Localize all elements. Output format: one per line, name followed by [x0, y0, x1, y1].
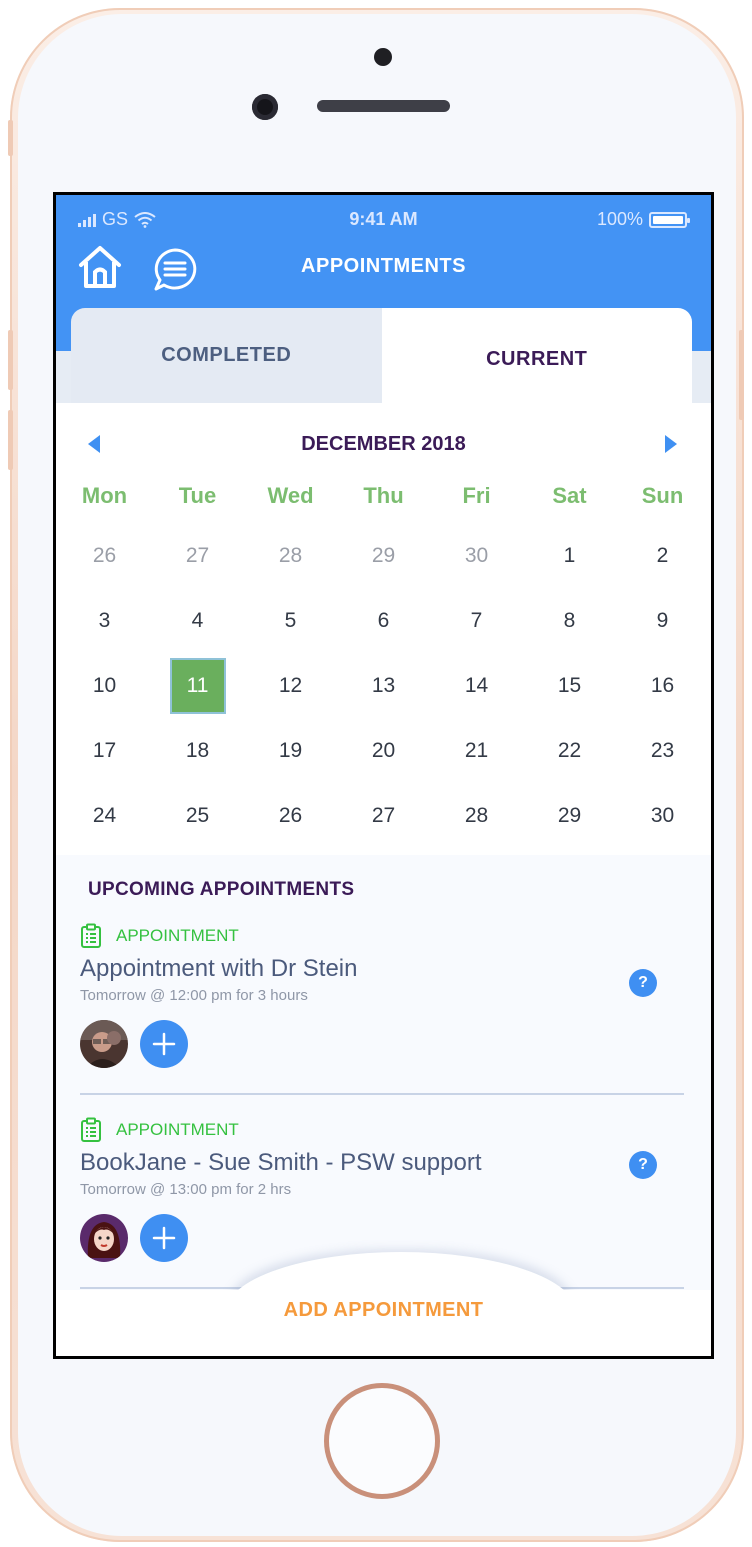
tab-current[interactable]: CURRENT: [381, 308, 692, 403]
calendar-month: DECEMBER 2018: [301, 433, 466, 455]
earpiece-speaker: [317, 100, 450, 112]
page-title: APPOINTMENTS: [301, 255, 466, 277]
weekday-row: Mon Tue Wed Thu Fri Sat Sun: [56, 483, 711, 509]
calendar-day[interactable]: 17: [58, 718, 151, 783]
status-bar: GS 9:41 AM 100%: [56, 209, 711, 235]
phone-side-button: [8, 330, 13, 390]
calendar-day[interactable]: 21: [430, 718, 523, 783]
weekday-label: Fri: [462, 483, 491, 508]
weekday-label: Mon: [81, 483, 128, 508]
tab-completed[interactable]: COMPLETED: [71, 308, 382, 403]
selected-day-label: 11: [169, 657, 226, 714]
phone-side-button: [8, 410, 13, 470]
appointment-card[interactable]: APPOINTMENT BookJane - Sue Smith - PSW s…: [80, 1117, 684, 1262]
calendar: DECEMBER 2018 Mon Tue Wed Thu Fri Sat Su…: [56, 403, 711, 855]
help-icon[interactable]: ?: [629, 1151, 657, 1179]
appointment-type-row: APPOINTMENT: [80, 923, 684, 949]
battery-icon: [649, 211, 690, 228]
calendar-day[interactable]: 13: [337, 653, 430, 718]
calendar-day[interactable]: 23: [616, 718, 709, 783]
appointment-name: BookJane - Sue Smith - PSW support: [80, 1149, 482, 1176]
appointment-time: Tomorrow @ 13:00 pm for 2 hrs: [80, 1181, 292, 1198]
calendar-day[interactable]: 8: [523, 588, 616, 653]
calendar-day[interactable]: 22: [523, 718, 616, 783]
upcoming-appointments: UPCOMING APPOINTMENTS APPOINTMENT Appoin…: [56, 855, 711, 1295]
plus-icon: [152, 1226, 176, 1250]
divider: [80, 1093, 684, 1095]
weekday-label: Sat: [552, 483, 587, 508]
calendar-day[interactable]: 5: [244, 588, 337, 653]
calendar-header: DECEMBER 2018: [56, 429, 711, 459]
avatar[interactable]: [80, 1020, 128, 1068]
weekday-label: Wed: [267, 483, 314, 508]
calendar-day[interactable]: 2: [616, 523, 709, 588]
clipboard-icon: [81, 923, 101, 948]
home-hardware-button[interactable]: [324, 1383, 440, 1499]
appointment-type: APPOINTMENT: [116, 926, 239, 945]
calendar-day[interactable]: 26: [244, 783, 337, 848]
calendar-day[interactable]: 20: [337, 718, 430, 783]
calendar-day[interactable]: 29: [523, 783, 616, 848]
tab-bar: COMPLETED CURRENT: [71, 308, 692, 403]
calendar-day[interactable]: 25: [151, 783, 244, 848]
calendar-day[interactable]: 28: [244, 523, 337, 588]
calendar-day-selected[interactable]: 11: [151, 653, 244, 718]
appointment-type: APPOINTMENT: [116, 1120, 239, 1139]
status-right: 100%: [596, 209, 690, 230]
calendar-day[interactable]: 16: [616, 653, 709, 718]
calendar-day[interactable]: 12: [244, 653, 337, 718]
calendar-day[interactable]: 29: [337, 523, 430, 588]
weekday-label: Tue: [178, 483, 217, 508]
help-icon[interactable]: ?: [629, 969, 657, 997]
appointment-card[interactable]: APPOINTMENT Appointment with Dr Stein To…: [80, 923, 684, 1068]
calendar-day[interactable]: 30: [430, 523, 523, 588]
add-participant-button[interactable]: [140, 1214, 188, 1262]
calendar-day[interactable]: 9: [616, 588, 709, 653]
phone-side-button: [8, 120, 13, 156]
calendar-day[interactable]: 15: [523, 653, 616, 718]
calendar-day[interactable]: 14: [430, 653, 523, 718]
plus-icon: [152, 1032, 176, 1056]
appointment-name: Appointment with Dr Stein: [80, 955, 358, 982]
avatar[interactable]: [80, 1214, 128, 1262]
calendar-day[interactable]: 24: [58, 783, 151, 848]
calendar-grid: 26 27 28 29 30 1 2 3 4 5 6 7 8 9 10 11 1…: [56, 523, 711, 848]
phone-side-button: [739, 330, 744, 420]
participants-row: [80, 1020, 684, 1068]
calendar-day[interactable]: 19: [244, 718, 337, 783]
calendar-day[interactable]: 26: [58, 523, 151, 588]
calendar-day[interactable]: 27: [337, 783, 430, 848]
calendar-day[interactable]: 27: [151, 523, 244, 588]
calendar-day[interactable]: 7: [430, 588, 523, 653]
weekday-label: Sun: [641, 483, 684, 508]
calendar-day[interactable]: 4: [151, 588, 244, 653]
calendar-day[interactable]: 28: [430, 783, 523, 848]
calendar-day[interactable]: 18: [151, 718, 244, 783]
calendar-day[interactable]: 30: [616, 783, 709, 848]
upcoming-title: UPCOMING APPOINTMENTS: [88, 879, 355, 900]
add-participant-button[interactable]: [140, 1020, 188, 1068]
appointment-time: Tomorrow @ 12:00 pm for 3 hours: [80, 987, 308, 1004]
add-appointment-button[interactable]: ADD APPOINTMENT: [56, 1299, 711, 1322]
calendar-day[interactable]: 1: [523, 523, 616, 588]
front-camera: [252, 94, 278, 120]
weekday-label: Thu: [363, 483, 404, 508]
next-month-icon[interactable]: [665, 435, 677, 453]
appointment-type-row: APPOINTMENT: [80, 1117, 684, 1143]
app-screen: GS 9:41 AM 100% APPOINTMENTS COMPLETED C…: [53, 192, 714, 1359]
proximity-sensor: [374, 48, 392, 66]
calendar-day[interactable]: 10: [58, 653, 151, 718]
calendar-day[interactable]: 6: [337, 588, 430, 653]
clipboard-icon: [81, 1117, 101, 1142]
calendar-day[interactable]: 3: [58, 588, 151, 653]
battery-percent: 100%: [596, 209, 643, 229]
